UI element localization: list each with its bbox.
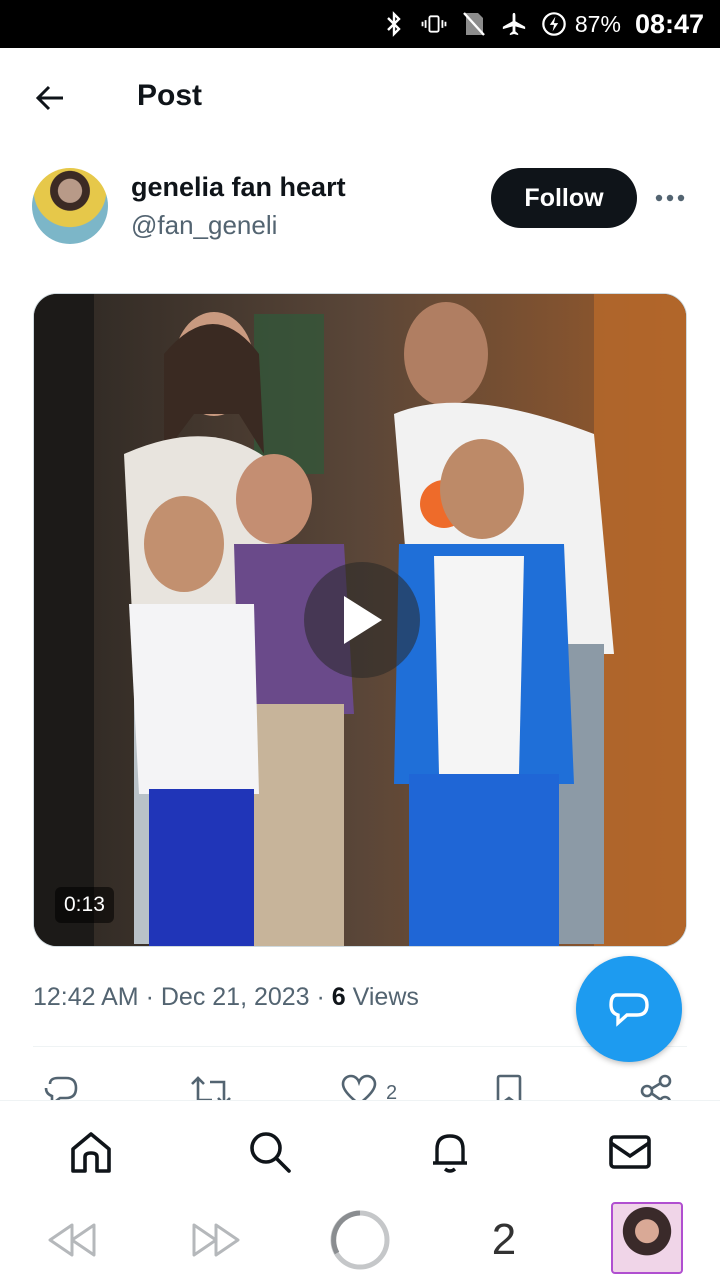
reply-bubble-icon <box>609 993 649 1027</box>
recent-app-thumbnail[interactable] <box>611 1202 683 1274</box>
divider <box>33 1046 687 1047</box>
post-actions: 2 <box>0 1070 720 1100</box>
page-title: Post <box>137 79 203 112</box>
back-button[interactable] <box>28 78 72 118</box>
nav-messages[interactable] <box>605 1127 655 1177</box>
bookmark-icon <box>496 1074 522 1100</box>
post-header: Post <box>0 48 720 146</box>
home-circle-button[interactable] <box>329 1209 391 1271</box>
home-icon <box>71 1132 111 1173</box>
like-count: 2 <box>386 1082 398 1100</box>
views-label[interactable]: Views <box>353 983 419 1011</box>
bottom-nav <box>0 1100 720 1201</box>
author-name[interactable]: genelia fan heart <box>131 172 346 203</box>
views-count[interactable]: 6 <box>332 983 346 1011</box>
heart-icon <box>341 1074 377 1100</box>
share-button[interactable] <box>638 1074 674 1100</box>
bookmark-button[interactable] <box>494 1074 524 1100</box>
play-button[interactable] <box>304 562 420 678</box>
repost-icon <box>191 1076 231 1100</box>
more-options-button[interactable] <box>652 185 688 211</box>
reply-icon <box>44 1076 78 1100</box>
follow-button[interactable]: Follow <box>491 168 637 228</box>
bell-icon <box>433 1134 467 1173</box>
rewind-icon <box>48 1223 96 1257</box>
play-icon <box>344 596 382 644</box>
airplane-icon <box>501 11 527 37</box>
mail-icon <box>609 1135 651 1169</box>
rewind-button[interactable] <box>44 1220 100 1260</box>
post-date: Dec 21, 2023 <box>160 983 310 1011</box>
circle-icon <box>330 1210 390 1270</box>
nav-home[interactable] <box>66 1127 116 1177</box>
battery-saver-icon <box>541 11 567 37</box>
post-video[interactable]: 0:13 <box>33 293 687 947</box>
search-icon <box>250 1132 291 1173</box>
nav-search[interactable] <box>245 1127 295 1177</box>
compose-reply-button[interactable] <box>576 956 682 1062</box>
nav-notifications[interactable] <box>425 1127 475 1177</box>
meta-separator: · <box>138 983 161 1011</box>
post-meta: 12:42 AM · Dec 21, 2023 · 6 Views <box>33 983 419 1012</box>
vibrate-icon <box>421 11 447 37</box>
bluetooth-icon <box>381 11 407 37</box>
no-sim-icon <box>461 11 487 37</box>
fast-forward-button[interactable] <box>188 1220 244 1260</box>
tab-count[interactable]: 2 <box>480 1212 528 1268</box>
meta-separator-2: · <box>309 983 332 1011</box>
author-handle[interactable]: @fan_geneli <box>131 210 277 241</box>
clock: 08:47 <box>634 8 704 39</box>
video-duration: 0:13 <box>55 887 114 923</box>
back-arrow-icon <box>35 85 63 111</box>
status-bar: 87% 08:47 <box>0 0 720 48</box>
post-time: 12:42 AM <box>33 983 139 1011</box>
fast-forward-icon <box>192 1223 240 1257</box>
like-button[interactable]: 2 <box>340 1074 397 1100</box>
reply-button[interactable] <box>42 1074 80 1100</box>
more-dots-icon <box>655 194 685 202</box>
battery-level: 87% <box>574 10 621 37</box>
share-icon <box>640 1074 672 1100</box>
repost-button[interactable] <box>188 1074 234 1100</box>
author-avatar[interactable] <box>32 168 108 244</box>
